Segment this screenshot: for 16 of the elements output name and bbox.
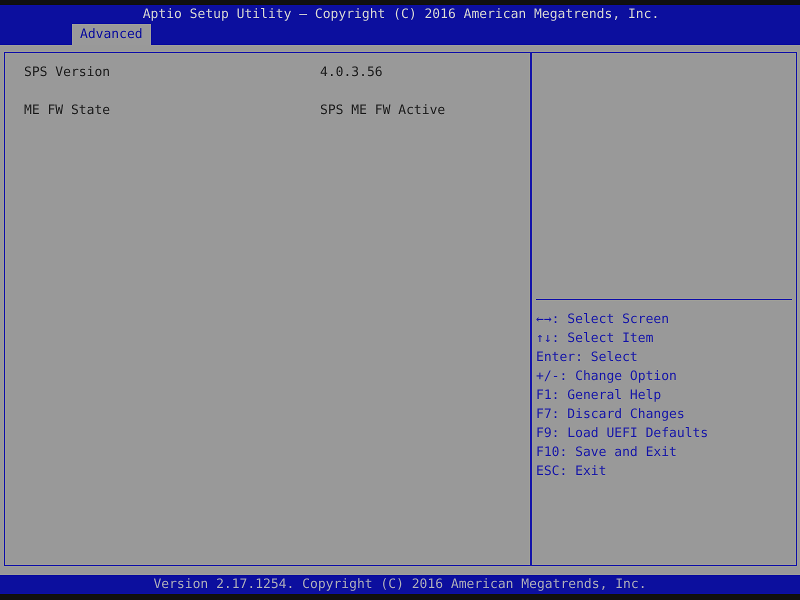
key-help-text: F10: Save and Exit [536,445,677,460]
key-help-text: F7: Discard Changes [536,407,685,422]
key-help-text: +/-: Change Option [536,369,677,384]
setting-label: SPS Version [24,64,112,82]
key-help-text: ↑↓: Select Item [536,331,654,346]
key-help-text: F9: Load UEFI Defaults [536,426,708,441]
setting-label: ME FW State [24,102,112,120]
key-help-text: ←→: Select Screen [536,312,670,327]
key-help-text: F1: General Help [536,388,662,403]
key-help-text: ESC: Exit [536,464,606,479]
version-footer: Version 2.17.1254. Copyright (C) 2016 American Megatrends, Inc. [153,575,647,594]
menu-tab[interactable]: Advanced [72,24,151,45]
setting-value: 4.0.3.56 [320,64,383,82]
window-title: Aptio Setup Utility – Copyright (C) 2016 American Megatrends, Inc. [142,6,660,24]
setting-value: SPS ME FW Active [320,102,446,120]
key-help-text: Enter: Select [536,350,638,365]
